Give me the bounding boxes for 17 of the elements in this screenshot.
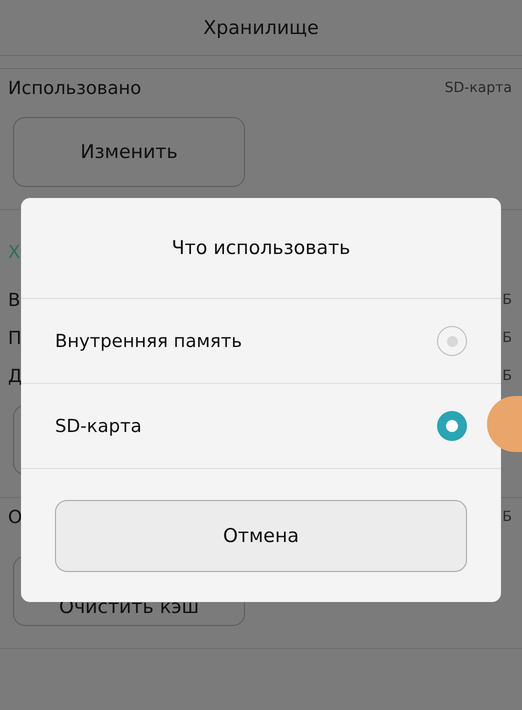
row-value: Б [502,509,512,525]
dialog-title: Что использовать [21,198,501,299]
row-value: Б [502,330,512,346]
option-label[interactable]: SD-карта [55,416,142,436]
row-label: Д [8,366,22,386]
action-button[interactable]: Изменить [13,117,245,187]
row-label: В [8,290,20,310]
row-label: О [8,506,22,528]
section-header: Х [8,242,20,263]
row-label: П [8,328,22,348]
row-value: Б [502,368,512,384]
row-label: Использовано [8,78,142,98]
option-label[interactable]: Внутренняя память [55,330,242,352]
screen-title: Хранилище [0,0,522,56]
row-value: Б [502,292,512,308]
cancel-button[interactable]: Отмена [55,500,467,572]
row-value: SD-карта [444,80,512,96]
